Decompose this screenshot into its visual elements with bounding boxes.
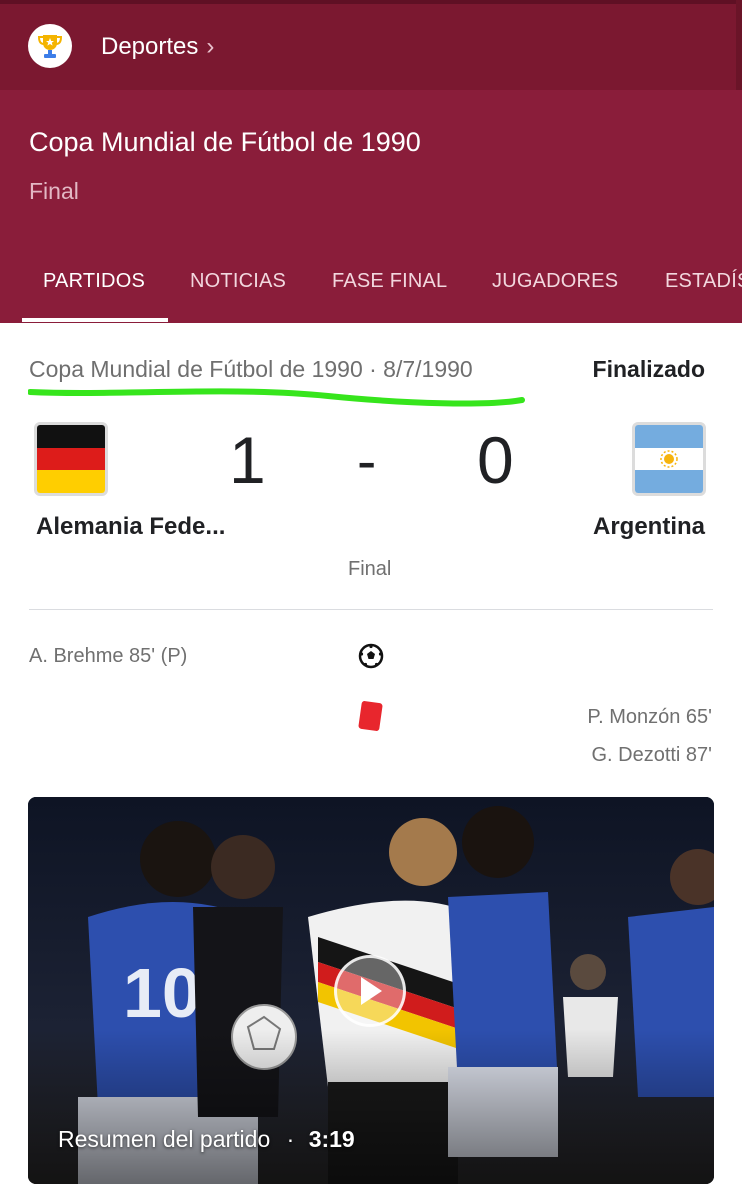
tab-estadisticas[interactable]: ESTADÍS (665, 270, 742, 293)
tab-fase-final[interactable]: FASE FINAL (332, 270, 447, 293)
active-tab-indicator (22, 318, 168, 322)
tab-bar: PARTIDOS NOTICIAS FASE FINAL JUGADORES E… (0, 262, 742, 323)
match-status: Finalizado (592, 356, 705, 382)
page-subtitle: Final (29, 178, 79, 204)
top-bar-shade (0, 0, 742, 4)
video-title: Resumen del partido (58, 1126, 271, 1152)
highlight-underline (28, 388, 525, 407)
page-title: Copa Mundial de Fútbol de 1990 (29, 127, 421, 157)
soccer-ball-icon (358, 643, 384, 669)
video-duration: 3:19 (308, 1126, 355, 1152)
argentina-flag-icon (632, 422, 706, 496)
west-germany-flag-icon (34, 422, 108, 496)
away-team-name[interactable]: Argentina (593, 513, 705, 541)
chevron-right-icon: › (206, 33, 215, 60)
tab-partidos[interactable]: PARTIDOS (43, 270, 145, 293)
video-caption: Resumen del partido · 3:19 (58, 1126, 355, 1153)
play-icon (361, 977, 382, 1005)
competition-date: Copa Mundial de Fútbol de 1990 · 8/7/199… (29, 356, 473, 382)
score-separator: - (357, 429, 377, 494)
play-button[interactable] (334, 955, 406, 1027)
match-stage: Final (348, 558, 392, 580)
breadcrumb-label: Deportes (101, 33, 199, 60)
red-card-icon (358, 700, 383, 732)
divider (29, 609, 713, 610)
video-separator: · (286, 1126, 295, 1152)
trophy-icon[interactable] (28, 24, 72, 68)
tab-jugadores[interactable]: JUGADORES (492, 270, 618, 293)
breadcrumb[interactable]: Deportes › (101, 33, 214, 61)
home-score: 1 (229, 423, 266, 497)
away-red-card-event: P. Monzón 65' (587, 706, 712, 728)
tab-noticias[interactable]: NOTICIAS (190, 270, 286, 293)
away-score: 0 (477, 423, 514, 497)
home-team-name[interactable]: Alemania Fede... (36, 513, 225, 541)
away-red-card-event-2: G. Dezotti 87' (591, 744, 712, 766)
home-goal-event: A. Brehme 85' (P) (29, 645, 188, 667)
